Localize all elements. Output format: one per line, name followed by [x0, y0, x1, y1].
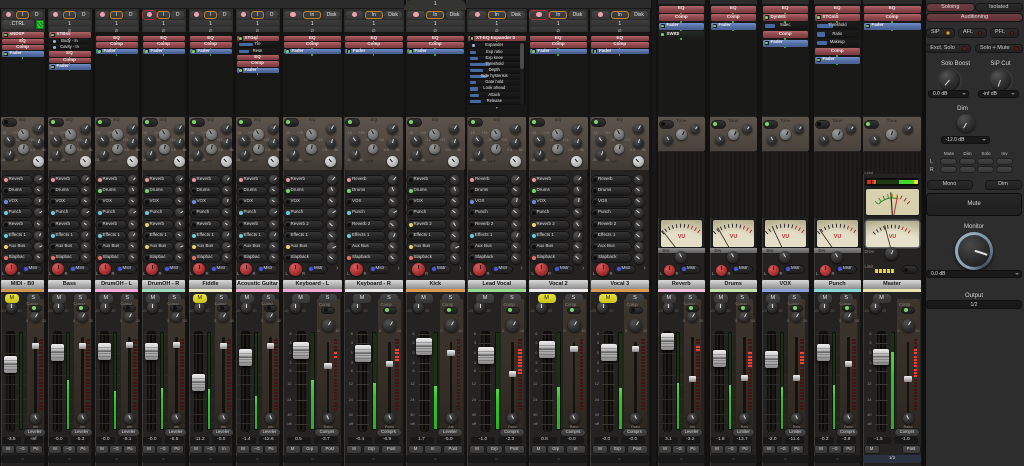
- svg-text:VU: VU: [729, 233, 737, 239]
- svg-text:VU: VU: [888, 234, 895, 240]
- svg-text:VU: VU: [833, 233, 841, 239]
- svg-text:VU: VU: [677, 233, 685, 239]
- svg-text:VU: VU: [781, 233, 789, 239]
